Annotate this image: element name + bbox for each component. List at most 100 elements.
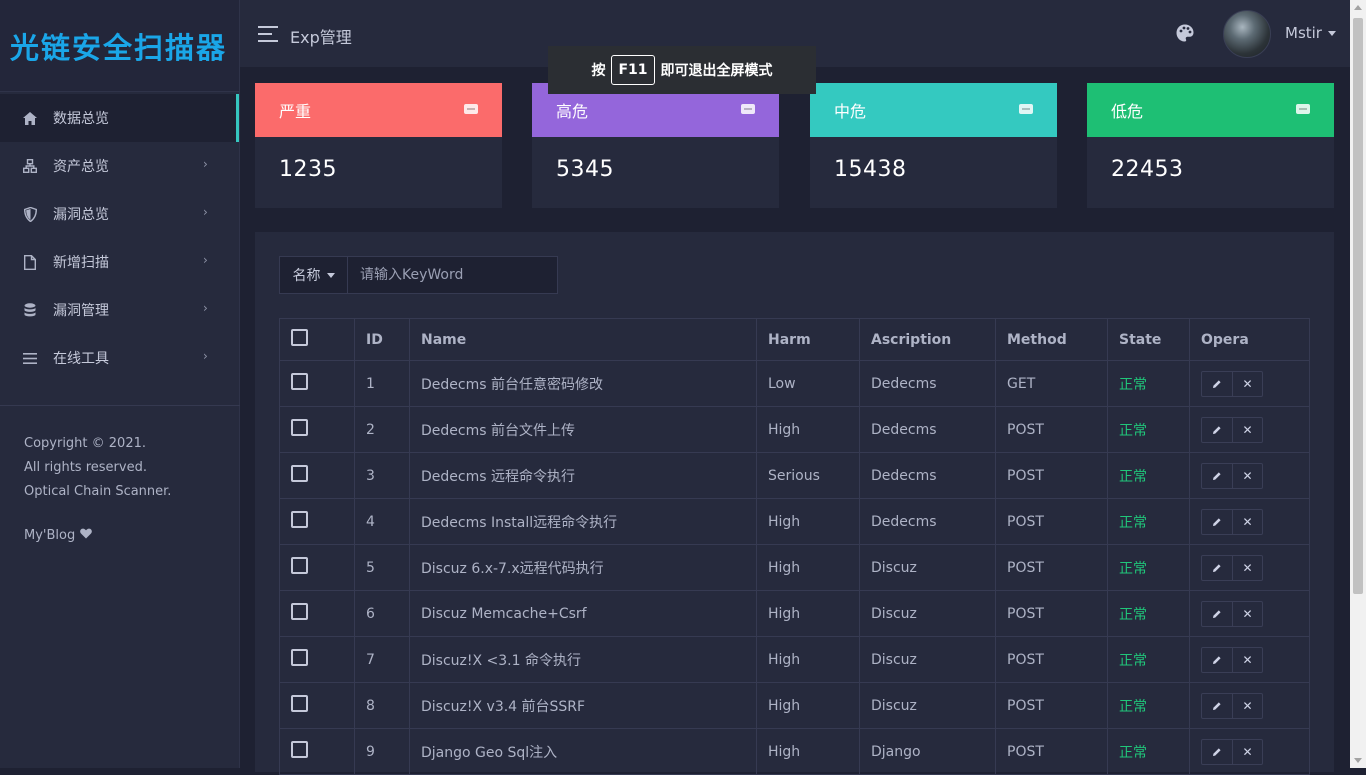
- table-row[interactable]: 8 Discuz!X v3.4 前台SSRF High Discuz POST 正常 ✕: [279, 682, 1310, 729]
- exp-table: ID Name Harm Ascription Method State Ope…: [279, 318, 1310, 775]
- tag-icon: [741, 104, 755, 114]
- column-header-id[interactable]: ID: [354, 318, 410, 361]
- delete-icon[interactable]: ✕: [1232, 555, 1262, 580]
- sidebar-item-assets[interactable]: 资产总览 ›: [0, 142, 239, 190]
- table-row[interactable]: 5 Discuz 6.x-7.x远程代码执行 High Discuz POST 正常 ✕: [279, 544, 1310, 591]
- cell-state: 正常: [1107, 590, 1190, 637]
- avatar[interactable]: [1223, 10, 1271, 58]
- table-row[interactable]: 3 Dedecms 远程命令执行 Serious Dedecms POST 正常 ✕: [279, 452, 1310, 499]
- page-title: Exp管理: [290, 28, 352, 47]
- delete-icon[interactable]: ✕: [1232, 509, 1262, 534]
- row-checkbox-cell: [279, 682, 355, 729]
- logo[interactable]: 光链安全扫描器: [0, 0, 239, 92]
- row-checkbox[interactable]: [291, 557, 308, 574]
- cell-method: POST: [995, 682, 1108, 729]
- table-row[interactable]: 4 Dedecms Install远程命令执行 High Dedecms POST 正常 ✕: [279, 498, 1310, 545]
- toast-prefix: 按: [591, 63, 606, 79]
- tag-icon: [1019, 104, 1033, 114]
- edit-icon[interactable]: [1202, 556, 1232, 580]
- cell-method: POST: [995, 590, 1108, 637]
- cell-id: 8: [354, 682, 410, 729]
- cell-id: 7: [354, 636, 410, 683]
- stat-card-label: 中危: [834, 102, 867, 121]
- delete-icon[interactable]: ✕: [1232, 647, 1262, 672]
- delete-icon[interactable]: ✕: [1232, 739, 1262, 764]
- column-header-harm[interactable]: Harm: [756, 318, 860, 361]
- cell-opera: ✕: [1189, 636, 1310, 683]
- edit-icon[interactable]: [1202, 372, 1232, 396]
- cell-name: Dedecms 前台任意密码修改: [409, 360, 757, 407]
- row-checkbox-cell: [279, 590, 355, 637]
- column-header-name[interactable]: Name: [409, 318, 757, 361]
- cell-harm: High: [756, 590, 860, 637]
- cell-method: POST: [995, 544, 1108, 591]
- delete-icon[interactable]: ✕: [1232, 693, 1262, 718]
- row-checkbox[interactable]: [291, 649, 308, 666]
- cell-state: 正常: [1107, 452, 1190, 499]
- sidebar-item-dashboard[interactable]: 数据总览: [0, 94, 239, 142]
- chevron-right-icon: ›: [203, 349, 208, 363]
- blog-label: My'Blog: [24, 528, 76, 543]
- page-scrollbar[interactable]: [1350, 0, 1366, 768]
- user-menu[interactable]: Mstir: [1285, 24, 1336, 42]
- table-row[interactable]: 7 Discuz!X <3.1 命令执行 High Discuz POST 正常 ✕: [279, 636, 1310, 683]
- delete-icon[interactable]: ✕: [1232, 417, 1262, 442]
- scroll-down-icon[interactable]: [1354, 758, 1362, 763]
- palette-icon[interactable]: [1175, 23, 1195, 43]
- table-row[interactable]: 6 Discuz Memcache+Csrf High Discuz POST 正常 ✕: [279, 590, 1310, 637]
- blog-link[interactable]: My'Blog: [24, 528, 93, 543]
- edit-icon[interactable]: [1202, 418, 1232, 442]
- delete-icon[interactable]: ✕: [1232, 601, 1262, 626]
- table-row[interactable]: 2 Dedecms 前台文件上传 High Dedecms POST 正常 ✕: [279, 406, 1310, 453]
- table-row[interactable]: 1 Dedecms 前台任意密码修改 Low Dedecms GET 正常 ✕: [279, 360, 1310, 407]
- copyright-line: Copyright © 2021.: [24, 436, 147, 451]
- row-checkbox[interactable]: [291, 373, 308, 390]
- select-all-checkbox[interactable]: [291, 329, 308, 346]
- column-header-opera: Opera: [1189, 318, 1310, 361]
- column-header-method[interactable]: Method: [995, 318, 1108, 361]
- edit-icon[interactable]: [1202, 602, 1232, 626]
- sidebar-item-new-scan[interactable]: 新增扫描 ›: [0, 238, 239, 286]
- cell-ascription: Discuz: [859, 590, 996, 637]
- delete-icon[interactable]: ✕: [1232, 463, 1262, 488]
- cell-method: POST: [995, 406, 1108, 453]
- row-checkbox[interactable]: [291, 465, 308, 482]
- row-checkbox[interactable]: [291, 511, 308, 528]
- row-checkbox[interactable]: [291, 695, 308, 712]
- column-header-state[interactable]: State: [1107, 318, 1190, 361]
- cell-state: 正常: [1107, 498, 1190, 545]
- sitemap-icon: [22, 158, 38, 174]
- sidebar-item-tools[interactable]: 在线工具 ›: [0, 334, 239, 382]
- stat-card-value: 5345: [556, 157, 614, 182]
- sidebar-nav: 数据总览 资产总览 › 漏洞总览 › 新增扫描 › 漏洞管理 › 在线工具 ›: [0, 92, 239, 382]
- cell-name: Discuz 6.x-7.x远程代码执行: [409, 544, 757, 591]
- row-checkbox-cell: [279, 360, 355, 407]
- sidebar-item-vulns[interactable]: 漏洞总览 ›: [0, 190, 239, 238]
- edit-icon[interactable]: [1202, 648, 1232, 672]
- edit-icon[interactable]: [1202, 510, 1232, 534]
- scroll-up-icon[interactable]: [1354, 5, 1362, 10]
- cell-opera: ✕: [1189, 682, 1310, 729]
- column-header-ascription[interactable]: Ascription: [859, 318, 996, 361]
- search-bar: 名称: [279, 256, 558, 294]
- chevron-right-icon: ›: [203, 205, 208, 219]
- row-checkbox[interactable]: [291, 419, 308, 436]
- delete-icon[interactable]: ✕: [1232, 371, 1262, 396]
- cell-id: 1: [354, 360, 410, 407]
- edit-icon[interactable]: [1202, 694, 1232, 718]
- search-input[interactable]: [348, 257, 557, 293]
- search-field-select[interactable]: 名称: [280, 257, 348, 293]
- row-actions: ✕: [1201, 646, 1263, 673]
- row-checkbox[interactable]: [291, 741, 308, 758]
- heart-icon: [80, 528, 93, 543]
- sidebar-item-vuln-manage[interactable]: 漏洞管理 ›: [0, 286, 239, 334]
- menu-toggle-icon[interactable]: [258, 26, 278, 42]
- edit-icon[interactable]: [1202, 740, 1232, 764]
- scrollbar-thumb[interactable]: [1353, 18, 1363, 594]
- cell-ascription: Discuz: [859, 636, 996, 683]
- sidebar-divider: [0, 405, 240, 406]
- edit-icon[interactable]: [1202, 464, 1232, 488]
- row-checkbox[interactable]: [291, 603, 308, 620]
- cell-harm: High: [756, 406, 860, 453]
- cell-harm: Serious: [756, 452, 860, 499]
